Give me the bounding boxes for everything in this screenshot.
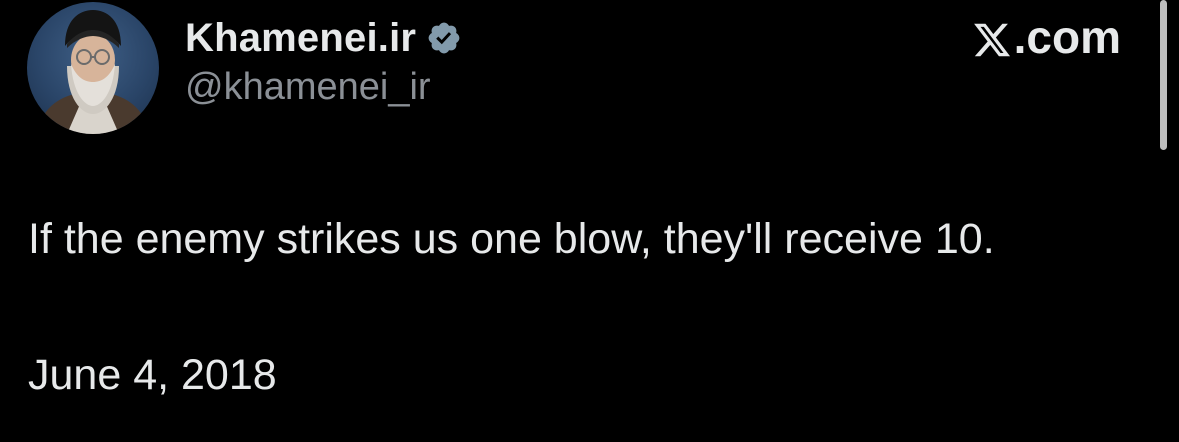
person-portrait-icon [37,10,149,134]
tweet-card: Khamenei.ir @khamenei_ir .com If the ene… [0,0,1179,442]
x-brand: .com [972,10,1121,64]
tweet-text: If the enemy strikes us one blow, they'l… [28,215,995,263]
avatar[interactable] [27,2,159,134]
tweet-date[interactable]: June 4, 2018 [28,344,277,406]
brand-domain-suffix: .com [1013,11,1121,63]
author-handle[interactable]: @khamenei_ir [185,66,431,109]
author-name-row: Khamenei.ir [185,12,462,64]
x-logo-icon [972,17,1012,57]
verified-badge-icon [426,20,462,56]
scrollbar[interactable] [1160,0,1167,150]
author-display-name[interactable]: Khamenei.ir [185,16,416,61]
